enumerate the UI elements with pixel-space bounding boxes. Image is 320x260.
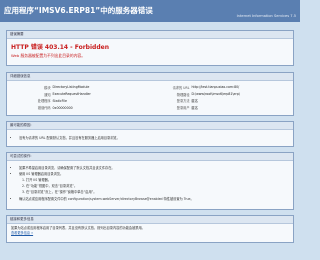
page-title: 应用程序“IMSV6.ERP81”中的服务器错误: [4, 6, 153, 15]
details-label: 登录方法: [176, 99, 190, 104]
list-item: 使用 IIS 管理器启用目录浏览。 打开 IIS 管理器。 在“功能”视图中，双…: [19, 171, 289, 194]
details-row: 处理程序 StaticFile 登录方法 匿名: [11, 98, 289, 105]
things-to-try-list: 如果不希望启用目录浏览，请确保配置了默认文档并且该文件存在。 使用 IIS 管理…: [11, 165, 289, 200]
list-item: 确认站点或应用程序配置文件中的 configuration/system.web…: [19, 196, 289, 201]
details-label: 模块: [44, 85, 51, 90]
likely-causes-heading: 最可能的原因:: [7, 122, 293, 130]
links-heading: 链接和更多信息: [7, 216, 293, 224]
details-table: 模块 DirectoryListingModule 请求的 URL http:/…: [11, 84, 289, 111]
list-item: 如果不希望启用目录浏览，请确保配置了默认文档并且该文件存在。: [19, 165, 289, 170]
details-label: 登录用户: [176, 106, 190, 111]
list-item-text: 使用 IIS 管理器启用目录浏览。: [19, 172, 64, 177]
details-value: D:\www\root\imsv6\erp81\erp\: [191, 92, 240, 97]
details-value: StaticFile: [52, 98, 67, 103]
server-version: Internet Information Services 7.5: [236, 14, 296, 18]
error-summary-panel: 错误摘要 HTTP 错误 403.14 - Forbidden Web 服务器被…: [6, 30, 294, 66]
step-item: 打开 IIS 管理器。: [26, 177, 289, 182]
details-value: DirectoryListingModule: [52, 85, 90, 90]
error-summary-heading: 错误摘要: [7, 31, 293, 39]
details-label: 处理程序: [37, 99, 51, 104]
details-value: 0x00000000: [52, 105, 73, 110]
steps-list: 打开 IIS 管理器。 在“功能”视图中，双击“目录浏览”。 在“目录浏览”页上…: [19, 177, 289, 194]
details-panel: 详细错误信息 模块 DirectoryListingModule 请求的 URL…: [6, 72, 294, 116]
step-item: 在“目录浏览”页上，在“操作”窗格中单击“启用”。: [26, 189, 289, 194]
details-row: 模块 DirectoryListingModule 请求的 URL http:/…: [11, 84, 289, 91]
things-to-try-heading: 可尝试的操作:: [7, 153, 293, 161]
details-label: 通知: [44, 92, 51, 97]
error-description: Web 服务器被配置为不列出此目录的内容。: [11, 53, 86, 58]
details-value: 匿名: [191, 99, 198, 104]
details-value: http://test.tianpuxiao.com:80/: [191, 85, 240, 90]
details-label: 请求的 URL: [172, 85, 190, 90]
details-value: 匿名: [191, 106, 198, 111]
page-header: 应用程序“IMSV6.ERP81”中的服务器错误 Internet Inform…: [0, 0, 300, 22]
more-info-link[interactable]: 查看更多信息 »: [11, 231, 33, 235]
details-label: 错误代码: [37, 106, 51, 111]
links-panel: 链接和更多信息 如果为站点或应用程序启用了目录列表，并且没有默认文档，则列出目录…: [6, 215, 294, 243]
links-text: 如果为站点或应用程序启用了目录列表，并且没有默认文档，则列出目录内容的功能会被禁…: [11, 226, 145, 230]
likely-causes-list: 没有为请求的 URL 配置默认文档，并且没有在服务器上启用目录浏览。: [11, 135, 289, 140]
details-row: 错误代码 0x00000000 登录用户 匿名: [11, 104, 289, 111]
likely-causes-panel: 最可能的原因: 没有为请求的 URL 配置默认文档，并且没有在服务器上启用目录浏…: [6, 121, 294, 147]
details-row: 通知 ExecuteRequestHandler 物理路径 D:\www\roo…: [11, 91, 289, 98]
step-item: 在“功能”视图中，双击“目录浏览”。: [26, 183, 289, 188]
error-title: HTTP 错误 403.14 - Forbidden: [11, 44, 109, 51]
things-to-try-panel: 可尝试的操作: 如果不希望启用目录浏览，请确保配置了默认文档并且该文件存在。 使…: [6, 152, 294, 210]
list-item: 没有为请求的 URL 配置默认文档，并且没有在服务器上启用目录浏览。: [19, 135, 289, 140]
details-label: 物理路径: [176, 92, 190, 97]
details-value: ExecuteRequestHandler: [52, 92, 91, 97]
details-heading: 详细错误信息: [7, 73, 293, 81]
